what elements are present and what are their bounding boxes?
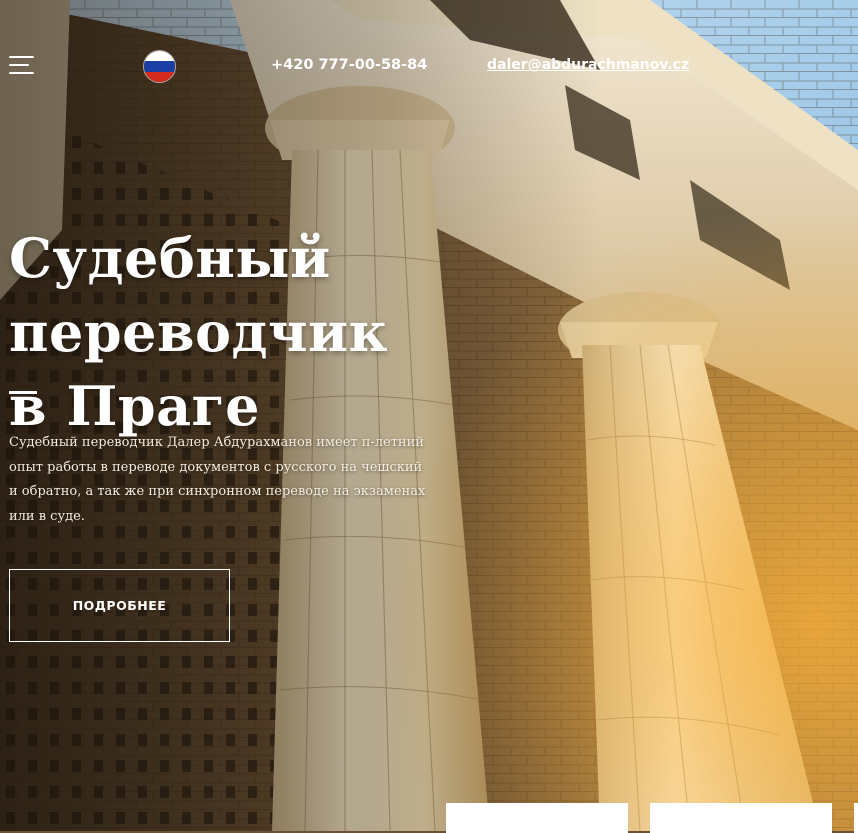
service-card[interactable] [446, 803, 628, 833]
service-card[interactable] [854, 803, 858, 833]
hero-description: Судебный переводчик Далер Абдурахманов и… [9, 435, 426, 524]
more-button[interactable]: ПОДРОБНЕЕ [9, 569, 230, 642]
title-divider [9, 391, 37, 394]
service-card[interactable] [650, 803, 832, 833]
page-title: Судебный переводчик в Праге [9, 221, 729, 443]
phone-link[interactable]: +420 777-00-58-84 [271, 57, 427, 73]
russian-flag-icon[interactable] [144, 51, 175, 82]
email-link[interactable]: daler@abdurachmanov.cz [487, 57, 689, 73]
hamburger-menu-icon[interactable] [9, 56, 34, 74]
title-line-1: Судебный переводчик [9, 226, 389, 364]
